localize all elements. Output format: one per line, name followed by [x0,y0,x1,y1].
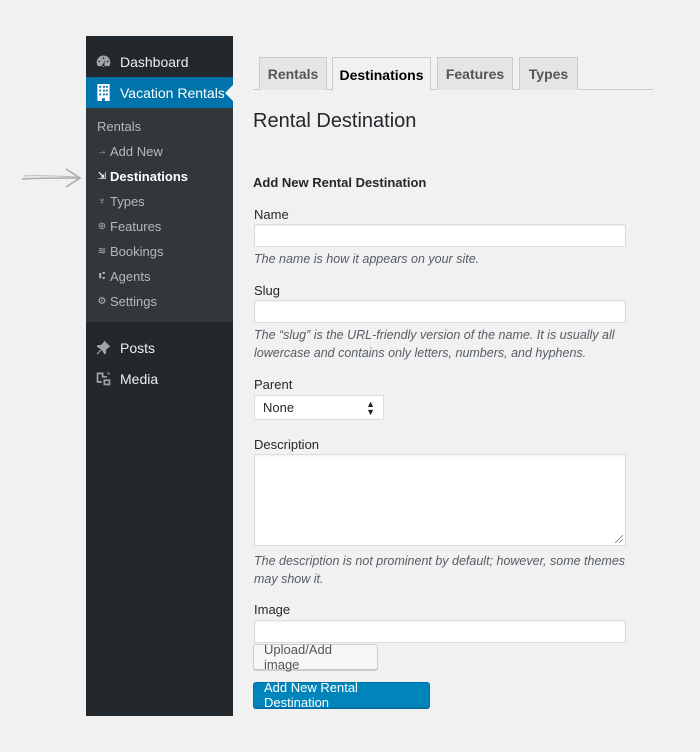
submenu-item-label: Types [110,194,145,209]
menu-media[interactable]: Media [86,363,233,394]
description-textarea[interactable] [254,454,626,546]
submenu-item-bookings[interactable]: ≋ Bookings [86,239,233,264]
submenu-item-settings[interactable]: ⚙ Settings [86,289,233,314]
description-label: Description [254,437,320,452]
submenu-item-label: Add New [110,144,163,159]
submenu-item-destinations[interactable]: ⇲ Destinations [86,164,233,189]
building-icon [95,84,112,101]
destination-icon: ⇲ [97,171,107,182]
name-help: The name is how it appears on your site. [254,252,480,266]
submenu-item-rentals[interactable]: Rentals [86,114,233,139]
submenu-item-label: Features [110,219,162,234]
parent-select-value: None [263,400,295,415]
settings-icon: ⚙ [97,296,107,307]
slug-input[interactable] [254,300,626,323]
tab-bar: Rentals Destinations Features Types [253,57,653,91]
menu-posts[interactable]: Posts [86,332,233,363]
slug-help-line1: The “slug” is the URL-friendly version o… [254,328,615,342]
upload-image-button[interactable]: Upload/Add image [253,642,378,672]
tab-types[interactable]: Types [519,57,578,90]
admin-sidebar: Dashboard Vacation Rentals Rentals → Add… [86,36,233,716]
menu-dashboard[interactable]: Dashboard [86,46,233,77]
parent-label: Parent [254,377,293,392]
arrow-pointer-icon [21,168,82,188]
features-icon: ⊛ [97,221,107,232]
tab-features[interactable]: Features [437,57,513,90]
page-title: Rental Destination [253,110,417,132]
pin-icon [95,339,112,356]
dashboard-icon [95,53,112,70]
tab-rentals[interactable]: Rentals [259,57,327,90]
tab-label: Destinations [339,66,424,83]
parent-select[interactable]: None ▲ ▼ [254,395,384,420]
description-help-line2: may show it. [254,572,324,586]
submenu-item-features[interactable]: ⊛ Features [86,214,233,239]
description-help-line1: The description is not prominent by defa… [254,554,626,568]
tab-label: Features [445,66,505,82]
resize-grip-icon[interactable] [615,535,623,543]
media-icon [95,370,112,387]
submenu-item-agents[interactable]: ⑆ Agents [86,264,233,289]
menu-vacation-rentals-label: Vacation Rentals [120,84,225,101]
name-input[interactable] [254,224,626,247]
types-icon: ♆ [98,196,106,207]
submenu-item-add-new[interactable]: → Add New [86,139,233,164]
tab-label: Types [528,66,569,82]
form-section-title: Add New Rental Destination [253,175,427,190]
menu-media-label: Media [120,370,159,387]
agents-icon: ⑆ [99,271,105,282]
submenu-item-label: Agents [110,269,151,284]
tab-label: Rentals [267,66,319,82]
add-destination-button[interactable]: Add New Rental Destination [253,680,430,710]
submenu-item-label: Rentals [97,119,142,134]
menu-posts-label: Posts [120,339,156,356]
slug-label: Slug [254,283,281,298]
image-input[interactable] [254,620,626,643]
submenu-item-label: Settings [110,294,157,309]
bookings-icon: ≋ [97,246,107,257]
tab-destinations[interactable]: Destinations [332,57,431,91]
arrow-right-icon: → [97,146,107,157]
slug-help-line2: lowercase and contains only letters, num… [254,346,587,360]
submenu-item-types[interactable]: ♆ Types [86,189,233,214]
select-arrows-icon: ▲ ▼ [366,398,375,417]
submenu-item-label: Destinations [110,169,189,184]
image-label: Image [254,602,291,617]
submenu-item-label: Bookings [110,244,164,259]
menu-dashboard-label: Dashboard [120,53,189,70]
name-label: Name [254,207,289,222]
vacation-rentals-submenu: Rentals → Add New ⇲ Destinations ♆ Types… [86,108,233,322]
menu-vacation-rentals[interactable]: Vacation Rentals [86,77,233,108]
